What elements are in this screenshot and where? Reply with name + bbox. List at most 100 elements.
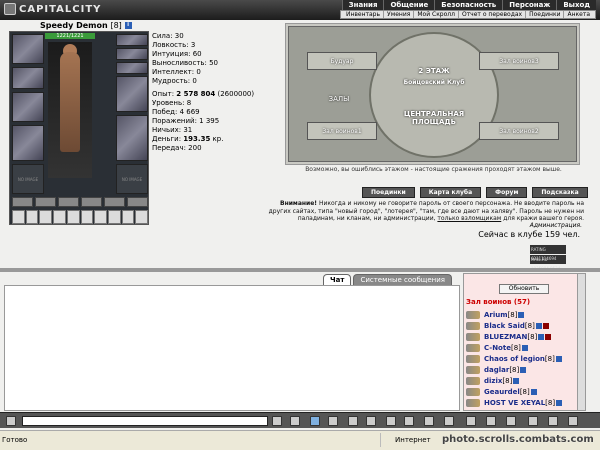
- submenu-transfers[interactable]: Отчет о переводах: [459, 11, 527, 18]
- user-name[interactable]: Geaurdel: [484, 388, 520, 396]
- info-icon[interactable]: [556, 399, 563, 406]
- tab-system-messages[interactable]: Системные сообщения: [353, 274, 452, 285]
- menu-security[interactable]: Безопасность: [434, 0, 503, 10]
- info-icon[interactable]: i: [124, 22, 132, 29]
- quick-slot-2[interactable]: [25, 210, 39, 224]
- amulet-slot[interactable]: [116, 34, 148, 46]
- refresh-button[interactable]: Обновить: [499, 284, 549, 294]
- user-name[interactable]: dizix: [484, 377, 502, 385]
- quick-slot-9[interactable]: [121, 210, 135, 224]
- clan-icon[interactable]: [506, 416, 516, 426]
- fight-icon[interactable]: [348, 416, 358, 426]
- hall-warriors-2[interactable]: Зал воинов2: [479, 122, 559, 140]
- send-icon[interactable]: [272, 416, 282, 426]
- chat-input[interactable]: [22, 416, 268, 426]
- clock-icon[interactable]: [6, 416, 16, 426]
- clear-icon[interactable]: [290, 416, 300, 426]
- user-row[interactable]: Arium [8]: [466, 309, 584, 320]
- quick-slot-10[interactable]: [135, 210, 149, 224]
- gloves-slot[interactable]: [116, 76, 148, 112]
- user-row[interactable]: BLUEZMAN [8]: [466, 331, 584, 342]
- map-zone-label[interactable]: Бойцовский Клуб: [389, 79, 479, 86]
- user-name[interactable]: HOST VE XEYAL: [484, 399, 545, 407]
- chat-window[interactable]: [4, 285, 460, 411]
- user-row[interactable]: Chaos of legion [8]: [466, 353, 584, 364]
- user-name[interactable]: C-Note: [484, 344, 511, 352]
- map-icon[interactable]: [444, 416, 454, 426]
- exit-icon[interactable]: [528, 416, 538, 426]
- contacts-icon[interactable]: [404, 416, 414, 426]
- user-name[interactable]: BLUEZMAN: [484, 333, 527, 341]
- belt-slot-4[interactable]: [81, 197, 102, 207]
- user-name[interactable]: Black Said: [484, 322, 525, 330]
- user-row[interactable]: C-Note [8]: [466, 342, 584, 353]
- hint-button[interactable]: Подсказка: [532, 187, 588, 198]
- belt-slot[interactable]: NO IMAGE: [12, 164, 44, 194]
- belt-slot-6[interactable]: [127, 197, 148, 207]
- messages-icon[interactable]: [466, 416, 476, 426]
- info-icon[interactable]: [521, 344, 528, 351]
- submenu-battles[interactable]: Поединки: [526, 11, 565, 18]
- quests-icon[interactable]: [486, 416, 496, 426]
- rating-counter[interactable]: RATING 6211114694: [530, 245, 566, 261]
- user-list-scrollbar[interactable]: [577, 274, 585, 410]
- quick-slot-7[interactable]: [94, 210, 107, 224]
- ring-slot-2[interactable]: [116, 62, 148, 74]
- helmet-slot[interactable]: [12, 34, 44, 64]
- info-icon[interactable]: [530, 388, 537, 395]
- warning-link[interactable]: только взломщикам: [437, 215, 501, 222]
- user-row[interactable]: daglar [8]: [466, 364, 584, 375]
- submenu-inventory[interactable]: Инвентарь: [343, 11, 385, 18]
- quick-slot-5[interactable]: [66, 210, 80, 224]
- hall-warriors-1[interactable]: Зал воинов1: [307, 122, 377, 140]
- menu-character[interactable]: Персонаж: [502, 0, 557, 10]
- settings-icon[interactable]: [568, 416, 578, 426]
- belt-slot-3[interactable]: [58, 197, 79, 207]
- quick-slot-4[interactable]: [53, 210, 66, 224]
- user-name[interactable]: daglar: [484, 366, 509, 374]
- info-icon[interactable]: [538, 333, 545, 340]
- info-icon[interactable]: [520, 366, 527, 373]
- inventory-icon[interactable]: [424, 416, 434, 426]
- info-icon[interactable]: [518, 311, 525, 318]
- user-row[interactable]: HOST VE XEYAL [8]: [466, 397, 584, 408]
- ring-slot-1[interactable]: [116, 48, 148, 60]
- club-map-button[interactable]: Карта клуба: [419, 187, 482, 198]
- belt-slot-1[interactable]: [12, 197, 33, 207]
- earrings-slot[interactable]: [12, 67, 44, 89]
- shield-slot[interactable]: [116, 115, 148, 161]
- forum-button[interactable]: Форум: [486, 187, 528, 198]
- sound-icon[interactable]: [548, 416, 558, 426]
- frame-divider[interactable]: [0, 268, 600, 272]
- quick-slot-6[interactable]: [80, 210, 94, 224]
- menu-exit[interactable]: Выход: [556, 0, 596, 10]
- boots-slot[interactable]: NO IMAGE: [116, 164, 148, 194]
- menu-knowledge[interactable]: Знания: [341, 0, 384, 10]
- submenu-skills[interactable]: Умения: [384, 11, 415, 18]
- smiley-icon[interactable]: [386, 416, 396, 426]
- armor-slot[interactable]: [12, 125, 44, 161]
- battles-button[interactable]: Поединки: [362, 187, 415, 198]
- hall-warriors-3[interactable]: Зал воинов3: [479, 52, 559, 70]
- user-name[interactable]: Chaos of legion: [484, 355, 545, 363]
- belt-slot-5[interactable]: [104, 197, 125, 207]
- translit-icon[interactable]: [366, 416, 376, 426]
- user-row[interactable]: Black Said [8]: [466, 320, 584, 331]
- submenu-profile[interactable]: Анкета: [564, 11, 593, 18]
- user-name[interactable]: Arium: [484, 311, 508, 319]
- hall-boudoir[interactable]: Будуар: [307, 52, 377, 70]
- filter-icon[interactable]: [310, 416, 320, 426]
- map-square-label[interactable]: ЦЕНТРАЛЬНАЯ ПЛОЩАДЬ: [384, 110, 484, 126]
- quick-slot-3[interactable]: [39, 210, 53, 224]
- save-icon[interactable]: [328, 416, 338, 426]
- submenu-my-scroll[interactable]: Мой Скролл: [414, 11, 459, 18]
- belt-slot-2[interactable]: [35, 197, 56, 207]
- user-row[interactable]: dizix [8]: [466, 375, 584, 386]
- quick-slot-1[interactable]: [12, 210, 25, 224]
- menu-communication[interactable]: Общение: [383, 0, 435, 10]
- quick-slot-8[interactable]: [107, 210, 121, 224]
- info-icon[interactable]: [555, 355, 562, 362]
- weapon-slot[interactable]: [12, 92, 44, 122]
- info-icon[interactable]: [535, 322, 542, 329]
- info-icon[interactable]: [513, 377, 520, 384]
